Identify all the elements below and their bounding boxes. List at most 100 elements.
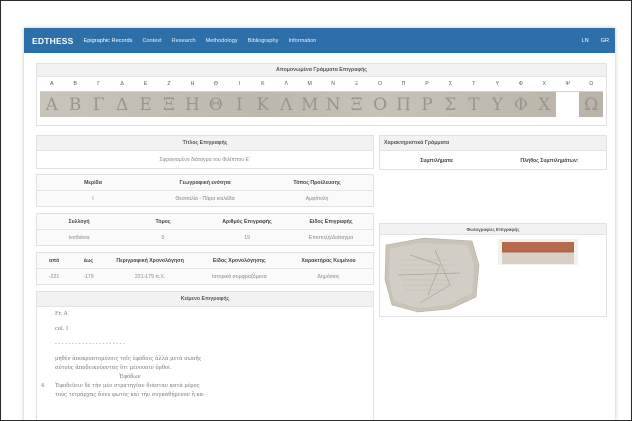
brand-logo[interactable]: EDTHESS xyxy=(32,36,74,46)
letter-image[interactable]: Θ xyxy=(204,92,227,117)
alphabet-letter[interactable]: Υ xyxy=(486,77,509,91)
alphabet-letter[interactable]: Π xyxy=(392,77,415,91)
lang-ln[interactable]: LN xyxy=(581,38,588,44)
photo-stone-front[interactable] xyxy=(383,237,481,313)
photos-heading: Φωτογραφίες Επιγραφής xyxy=(380,224,606,235)
header-inscription-type: Είδος Επιγραφής xyxy=(309,218,353,225)
letter-image[interactable]: Ο xyxy=(368,92,391,117)
value-geographic-unit: Θεσσαλία - Πάρα κοιλάδα xyxy=(175,196,235,202)
inscription-text-body: Fr. A col. I - - - - - - - - - - - - - - -… xyxy=(37,307,373,398)
language-switcher: LN GR xyxy=(569,28,609,53)
letter-image[interactable]: Φ xyxy=(509,92,532,117)
alphabet-letter[interactable]: Ζ xyxy=(157,77,180,91)
letter-image[interactable]: Μ xyxy=(298,92,321,117)
alphabet-letter[interactable]: Ξ xyxy=(345,77,368,91)
header-collection: Συλλογή xyxy=(68,218,90,225)
line-text: Ἐφοδεῦειν δὲ τὴν μὲν στρατηγίαν διάσταν … xyxy=(55,383,200,389)
letter-image[interactable]: Α xyxy=(40,92,63,117)
inscription-line: Ἐφόδων xyxy=(51,374,373,380)
dating-value-row: -221 -179 221-179 π.Χ. Ιστορικά συμφραζό… xyxy=(37,269,373,285)
line-number xyxy=(41,326,55,332)
nav-information[interactable]: Information xyxy=(288,38,316,44)
value-text-character: Δημόσιος xyxy=(317,274,340,280)
value-to: -179 xyxy=(83,274,94,280)
alphabet-letter[interactable]: Ψ xyxy=(556,77,579,91)
collection-value-row: Ινσθιάνια 5 19 Επιστολή/Διάταγμα xyxy=(37,230,373,246)
letter-image[interactable]: Γ xyxy=(87,92,110,117)
letter-image[interactable]: Σ xyxy=(439,92,462,117)
isolated-letters-title: Απομονωμένα Γράμματα Επιγραφής xyxy=(37,64,606,77)
alphabet-letter[interactable]: Α xyxy=(40,77,63,91)
nav-bibliography[interactable]: Bibliography xyxy=(248,38,279,44)
alphabet-letter[interactable]: Ι xyxy=(228,77,251,91)
letter-image[interactable]: Ξ xyxy=(157,92,180,117)
location-header-row: Μερίδα Γεωγραφική ενότητα Τόπος Προέλευσ… xyxy=(37,175,373,191)
alphabet-letter[interactable]: Φ xyxy=(509,77,532,91)
nav-research[interactable]: Research xyxy=(172,38,196,44)
line-number xyxy=(41,392,55,398)
line-number: 4 xyxy=(41,383,45,389)
alphabet-letter[interactable]: Δ xyxy=(110,77,133,91)
alphabet-letter[interactable]: Ν xyxy=(321,77,344,91)
alphabet-letter[interactable]: Χ xyxy=(533,77,556,91)
location-value-row: I Θεσσαλία - Πάρα κοιλάδα Αμφίπολη xyxy=(37,191,373,207)
letter-image[interactable]: Ω xyxy=(579,92,602,117)
letter-image[interactable]: Λ xyxy=(275,92,298,117)
letter-image[interactable]: Χ xyxy=(533,92,556,117)
letter-image[interactable]: Β xyxy=(63,92,86,117)
alphabet-letter[interactable]: Η xyxy=(181,77,204,91)
ligatures-label: Συμπιλήματα xyxy=(420,157,453,164)
letter-image[interactable]: Δ xyxy=(110,92,133,117)
letter-image[interactable]: Τ xyxy=(462,92,485,117)
alphabet-letter[interactable]: Μ xyxy=(298,77,321,91)
inscription-text-panel: Κείμενο Επιγραφής Fr. A col. I - - - - - -… xyxy=(36,291,374,420)
screenshot-frame: EDTHESS Epigraphic Records Context Resea… xyxy=(0,0,632,421)
line-text: αὐτοὺς ἀποδεικνύοντας ὅτι μένουσιν ὀρθοί… xyxy=(55,365,172,371)
value-from: -221 xyxy=(48,274,60,280)
header-place-of-origin: Τόπος Προέλευσης xyxy=(293,179,341,186)
nav-context[interactable]: Context xyxy=(142,38,161,44)
alphabet-letter[interactable]: Ο xyxy=(368,77,391,91)
line-number xyxy=(41,356,55,362)
alphabet-letter[interactable]: Γ xyxy=(87,77,110,91)
alphabet-letter[interactable]: Σ xyxy=(439,77,462,91)
lang-gr[interactable]: GR xyxy=(601,38,609,44)
line-text: col. I xyxy=(55,326,69,332)
inscription-line: αὐτοὺς ἀποδεικνύοντας ὅτι μένουσιν ὀρθοί… xyxy=(51,365,373,371)
alphabet-letter[interactable]: Β xyxy=(63,77,86,91)
nav-epigraphic-records[interactable]: Epigraphic Records xyxy=(84,38,133,44)
inscription-text-heading: Κείμενο Επιγραφής xyxy=(37,292,373,307)
inscription-line: Fr. A xyxy=(51,311,373,317)
nav-methodology[interactable]: Methodology xyxy=(206,38,238,44)
header-volume: Τόμος xyxy=(155,218,171,225)
value-volume: 5 xyxy=(161,235,165,241)
letter-image[interactable]: Ν xyxy=(321,92,344,117)
header-descriptive-dating: Περιγραφική Χρονολόγηση xyxy=(116,257,184,264)
alphabet-letter[interactable]: Ε xyxy=(134,77,157,91)
alphabet-letter[interactable]: Θ xyxy=(204,77,227,91)
letter-image[interactable] xyxy=(555,92,580,117)
photo-stone-side[interactable] xyxy=(498,239,578,265)
letter-image[interactable]: Υ xyxy=(486,92,509,117)
letter-image[interactable]: Ε xyxy=(134,92,157,117)
ligatures-count-label: Πλήθος Συμπιλημάτων: xyxy=(520,157,579,164)
letter-image[interactable]: Ξ xyxy=(345,92,368,117)
collection-header-row: Συλλογή Τόμος Αριθμός Επιγραφής Είδος Επ… xyxy=(37,214,373,230)
location-table: Μερίδα Γεωγραφική ενότητα Τόπος Προέλευσ… xyxy=(36,174,374,207)
letter-image[interactable]: Π xyxy=(392,92,415,117)
browser-viewport: EDTHESS Epigraphic Records Context Resea… xyxy=(24,28,615,420)
alphabet-letter[interactable]: Ω xyxy=(579,77,602,91)
letter-image[interactable]: Κ xyxy=(251,92,274,117)
alphabet-letter[interactable]: Ρ xyxy=(415,77,438,91)
letter-image[interactable]: Ι xyxy=(228,92,251,117)
alphabet-letter[interactable]: Λ xyxy=(275,77,298,91)
letter-image[interactable]: Ρ xyxy=(415,92,438,117)
letter-image[interactable]: Η xyxy=(181,92,204,117)
title-panel: Τίτλος Επιγραφής Σφραγισμένο διάταγμα το… xyxy=(36,135,374,169)
alphabet-letter[interactable]: Τ xyxy=(462,77,485,91)
header-geographic-unit: Γεωγραφική ενότητα xyxy=(179,179,231,186)
alphabet-letter[interactable]: Κ xyxy=(251,77,274,91)
dating-header-row: από έως Περιγραφική Χρονολόγηση Είδος Χρ… xyxy=(37,253,373,269)
line-number xyxy=(41,311,55,317)
header-merida: Μερίδα xyxy=(84,179,102,186)
